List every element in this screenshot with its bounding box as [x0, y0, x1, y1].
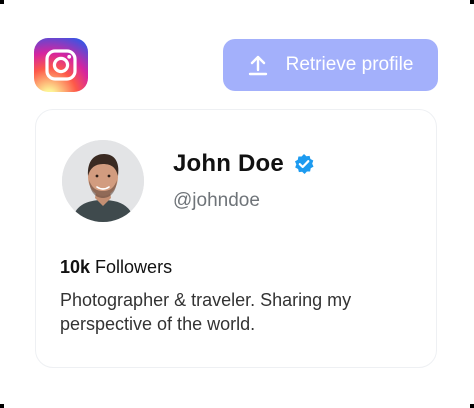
name-row: John Doe: [173, 150, 315, 178]
corner-mark: [0, 404, 4, 408]
verified-badge-icon: [293, 153, 315, 175]
profile-bio: Photographer & traveler. Sharing my pers…: [60, 290, 352, 334]
followers-label: Followers: [95, 257, 173, 277]
corner-mark: [470, 404, 474, 408]
profile-handle: @johndoe: [173, 190, 260, 211]
avatar: [62, 140, 144, 222]
profile-card: John Doe @johndoe 10k Followers Photograp…: [35, 109, 437, 368]
followers-row: 10k Followers: [60, 257, 172, 278]
instagram-icon: [34, 38, 88, 92]
followers-count: 10k: [60, 257, 91, 277]
retrieve-profile-button[interactable]: Retrieve profile: [223, 39, 438, 91]
profile-name: John Doe: [173, 150, 284, 177]
corner-mark: [470, 0, 474, 4]
upload-icon: [248, 54, 268, 76]
retrieve-profile-label: Retrieve profile: [285, 54, 414, 75]
corner-mark: [0, 0, 4, 4]
